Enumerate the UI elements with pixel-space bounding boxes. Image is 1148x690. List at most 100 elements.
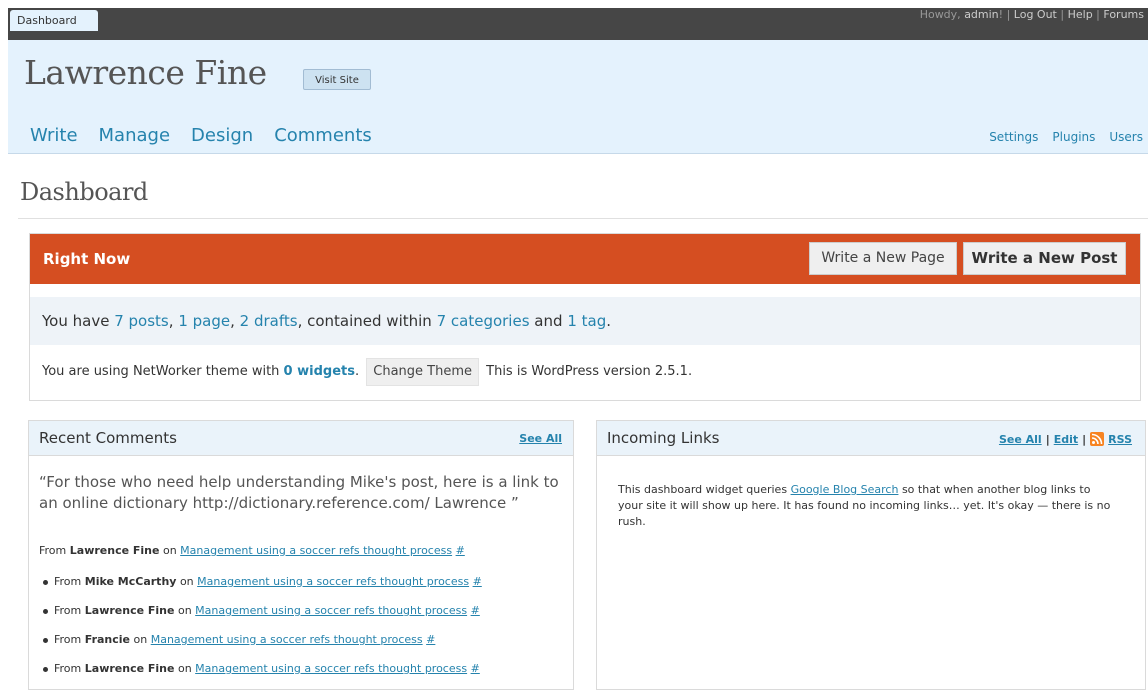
theme-info: You are using NetWorker theme with 0 wid… [30, 358, 1140, 386]
widget-title: Recent Comments [39, 429, 177, 447]
separator: ! | [998, 8, 1011, 21]
bullet-icon [43, 637, 48, 643]
write-new-page-button[interactable]: Write a New Page [809, 242, 957, 275]
separator: | [1096, 8, 1100, 21]
widget-header: Recent Comments See All [29, 421, 573, 456]
on-label: on [162, 544, 177, 557]
change-theme-button[interactable]: Change Theme [366, 358, 479, 386]
widget-actions: See All | Edit | RSS [999, 432, 1132, 446]
comment-permalink[interactable]: # [456, 544, 465, 557]
separator: | [1082, 432, 1087, 446]
see-all-links-link[interactable]: See All [999, 433, 1042, 446]
widget-title: Incoming Links [607, 429, 720, 447]
bullet-icon [43, 666, 48, 672]
on-label: on [177, 604, 192, 617]
nav-write[interactable]: Write [30, 125, 78, 146]
version-text: This is WordPress version 2.5.1. [486, 364, 693, 379]
side-nav: Settings Plugins Users [989, 130, 1143, 144]
comment-post-link[interactable]: Management using a soccer refs thought p… [180, 544, 452, 557]
user-link[interactable]: admin [964, 8, 998, 21]
incoming-links-widget: Incoming Links See All | Edit | RSS This… [596, 420, 1146, 690]
theme-text: You are using NetWorker theme with [42, 364, 280, 379]
list-item: From Mike McCarthy on Management using a… [43, 571, 482, 600]
comment-author: Lawrence Fine [69, 544, 160, 557]
right-now-header: Right Now Write a New Page Write a New P… [30, 234, 1140, 284]
comment-attribution: From Lawrence Fine on Management using a… [39, 544, 465, 557]
on-label: on [179, 575, 194, 588]
rss-link[interactable]: RSS [1108, 433, 1132, 446]
nav-design[interactable]: Design [191, 125, 253, 146]
page-title: Dashboard [20, 178, 148, 206]
comment-list: From Mike McCarthy on Management using a… [43, 571, 482, 687]
bullet-icon [43, 579, 48, 585]
edit-link[interactable]: Edit [1054, 433, 1078, 446]
categories-link[interactable]: 7 categories [437, 312, 530, 330]
theme-text: . [354, 364, 360, 379]
comment-post-link[interactable]: Management using a soccer refs thought p… [197, 575, 469, 588]
tags-link[interactable]: 1 tag [567, 312, 606, 330]
right-now-box: Right Now Write a New Page Write a New P… [29, 233, 1141, 401]
nav-comments[interactable]: Comments [274, 125, 372, 146]
comment-permalink[interactable]: # [426, 633, 435, 646]
pages-link[interactable]: 1 page [178, 312, 230, 330]
nav-plugins[interactable]: Plugins [1052, 130, 1095, 144]
comment-author: Lawrence Fine [84, 662, 175, 675]
from-label: From [54, 633, 82, 646]
see-all-comments-link[interactable]: See All [519, 432, 562, 445]
howdy-label: Howdy, [919, 8, 961, 21]
on-label: on [177, 662, 192, 675]
stats-text: , [168, 312, 174, 330]
bullet-icon [43, 608, 48, 614]
stats-text: . [606, 312, 611, 330]
from-label: From [39, 544, 67, 557]
comment-post-link[interactable]: Management using a soccer refs thought p… [195, 604, 467, 617]
list-item: From Francie on Management using a socce… [43, 629, 482, 658]
stats-text: , [230, 312, 235, 330]
main-nav: Write Manage Design Comments [30, 125, 372, 146]
list-item: From Lawrence Fine on Management using a… [43, 600, 482, 629]
comment-permalink[interactable]: # [471, 604, 480, 617]
nav-manage[interactable]: Manage [99, 125, 171, 146]
list-item: From Lawrence Fine on Management using a… [43, 658, 482, 687]
user-bar: Howdy, admin! | Log Out | Help | Forums [920, 8, 1144, 21]
separator: | [1045, 432, 1050, 446]
widget-header: Incoming Links See All | Edit | RSS [597, 421, 1145, 456]
content-stats: You have 7 posts, 1 page, 2 drafts, cont… [30, 297, 1140, 345]
google-blog-search-link[interactable]: Google Blog Search [791, 483, 899, 496]
comment-post-link[interactable]: Management using a soccer refs thought p… [195, 662, 467, 675]
site-title: Lawrence Fine [24, 53, 267, 92]
divider [18, 218, 1148, 219]
recent-comments-widget: Recent Comments See All “For those who n… [28, 420, 574, 690]
visit-site-button[interactable]: Visit Site [303, 69, 371, 90]
rss-icon[interactable] [1090, 432, 1105, 446]
help-link[interactable]: Help [1068, 8, 1093, 21]
stats-text: You have [42, 312, 110, 330]
nav-users[interactable]: Users [1109, 130, 1143, 144]
site-header: Lawrence Fine Visit Site Write Manage De… [8, 40, 1148, 154]
comment-author: Francie [84, 633, 131, 646]
from-label: From [54, 604, 82, 617]
widgets-link[interactable]: 0 widgets [284, 364, 355, 379]
write-new-post-button[interactable]: Write a New Post [963, 242, 1126, 275]
forums-link[interactable]: Forums [1103, 8, 1144, 21]
drafts-link[interactable]: 2 drafts [240, 312, 298, 330]
stats-text: , contained within [297, 312, 432, 330]
right-now-title: Right Now [43, 250, 131, 268]
from-label: From [54, 662, 82, 675]
logout-link[interactable]: Log Out [1014, 8, 1057, 21]
tab-dashboard[interactable]: Dashboard [10, 10, 98, 31]
comment-permalink[interactable]: # [473, 575, 482, 588]
comment-post-link[interactable]: Management using a soccer refs thought p… [151, 633, 423, 646]
incoming-links-message: This dashboard widget queries Google Blo… [618, 482, 1113, 530]
posts-link[interactable]: 7 posts [114, 312, 169, 330]
comment-author: Lawrence Fine [84, 604, 175, 617]
separator: | [1060, 8, 1065, 21]
message-text: This dashboard widget queries [618, 483, 788, 496]
on-label: on [133, 633, 148, 646]
nav-settings[interactable]: Settings [989, 130, 1038, 144]
comment-permalink[interactable]: # [471, 662, 480, 675]
comment-excerpt: “For those who need help understanding M… [39, 473, 559, 512]
comment-author: Mike McCarthy [84, 575, 177, 588]
from-label: From [54, 575, 82, 588]
stats-text: and [534, 312, 563, 330]
